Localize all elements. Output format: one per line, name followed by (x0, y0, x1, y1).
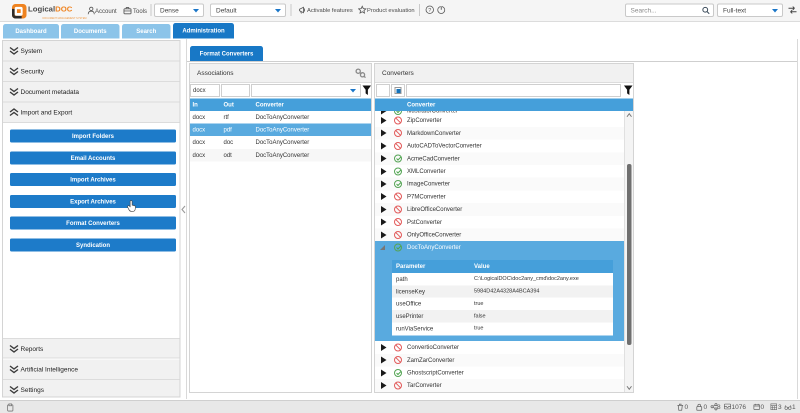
svg-text:?: ? (428, 8, 431, 14)
